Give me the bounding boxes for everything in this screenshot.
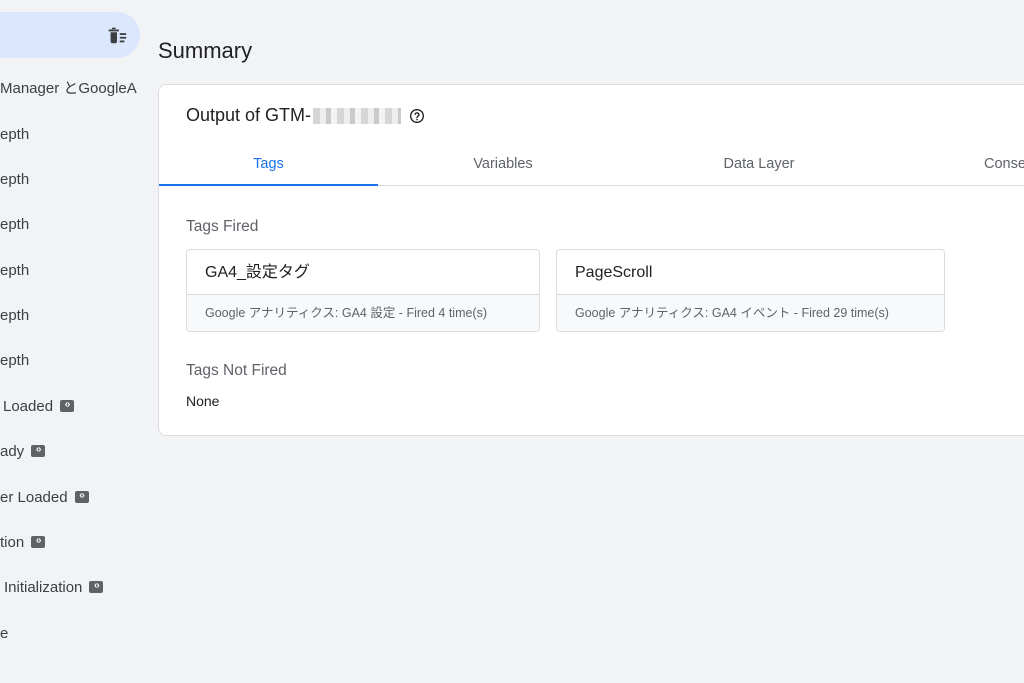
tags-not-fired-heading: Tags Not Fired (186, 362, 287, 379)
sidebar-item-label: e (0, 625, 9, 642)
sidebar-item[interactable]: er Loaded (0, 487, 89, 509)
sidebar-item[interactable]: epth (0, 260, 29, 282)
sidebar: Manager とGoogleA epth epth epth epth ept… (0, 0, 145, 683)
sidebar-item[interactable]: tion (0, 532, 46, 554)
tab-consent[interactable]: Conse (959, 143, 1024, 186)
sidebar-item-label: tion (0, 534, 25, 551)
output-title: Output of GTM- (186, 105, 425, 126)
sidebar-item[interactable]: Manager とGoogleA (0, 78, 137, 100)
tab-variables[interactable]: Variables (393, 143, 613, 186)
sidebar-item-label: epth (0, 171, 30, 188)
custom-event-icon (74, 487, 89, 505)
sidebar-item[interactable]: epth (0, 350, 29, 372)
tags-fired-heading: Tags Fired (186, 218, 259, 235)
tag-card[interactable]: PageScroll Google アナリティクス: GA4 イベント - Fi… (556, 249, 945, 332)
sidebar-item-label: Initialization (4, 579, 83, 596)
sidebar-item-label: epth (0, 262, 30, 279)
sidebar-item-label: er Loaded (0, 489, 68, 506)
sidebar-item[interactable]: epth (0, 124, 29, 146)
sidebar-item[interactable]: e (0, 623, 8, 645)
sidebar-item[interactable]: epth (0, 214, 29, 236)
sidebar-item[interactable]: epth (0, 169, 29, 191)
tab-tags[interactable]: Tags (159, 143, 378, 186)
output-card: Output of GTM- Tags Variables Data Layer… (158, 84, 1024, 436)
tag-name: PageScroll (557, 250, 944, 295)
output-tabs: Tags Variables Data Layer Conse (159, 143, 1024, 186)
sidebar-item-label: Manager とGoogleA (0, 80, 137, 97)
custom-event-icon (31, 532, 46, 550)
custom-event-icon (60, 396, 75, 414)
redacted-container-id (313, 107, 402, 124)
sidebar-item-label: epth (0, 307, 30, 324)
output-title-text: Output of GTM- (186, 105, 312, 125)
sidebar-item[interactable]: ady (0, 441, 46, 463)
sidebar-item[interactable]: Loaded (0, 396, 75, 418)
tag-card[interactable]: GA4_設定タグ Google アナリティクス: GA4 設定 - Fired … (186, 249, 540, 332)
clear-messages-icon[interactable] (106, 24, 128, 46)
sidebar-item-label: ady (0, 443, 25, 460)
help-icon[interactable] (409, 108, 425, 124)
tab-data-layer[interactable]: Data Layer (649, 143, 869, 186)
tags-not-fired-value: None (186, 393, 220, 409)
tag-meta: Google アナリティクス: GA4 イベント - Fired 29 time… (557, 295, 944, 331)
custom-event-icon (31, 441, 46, 459)
page-title: Summary (158, 38, 253, 63)
sidebar-item-label: Loaded (3, 398, 54, 415)
sidebar-item-label: epth (0, 216, 30, 233)
sidebar-item[interactable]: epth (0, 305, 29, 327)
sidebar-item[interactable]: Initialization (0, 577, 104, 599)
sidebar-item-label: epth (0, 352, 30, 369)
custom-event-icon (89, 577, 104, 595)
sidebar-item-label: epth (0, 126, 30, 143)
tag-meta: Google アナリティクス: GA4 設定 - Fired 4 time(s) (187, 295, 539, 331)
tag-name: GA4_設定タグ (187, 250, 539, 295)
